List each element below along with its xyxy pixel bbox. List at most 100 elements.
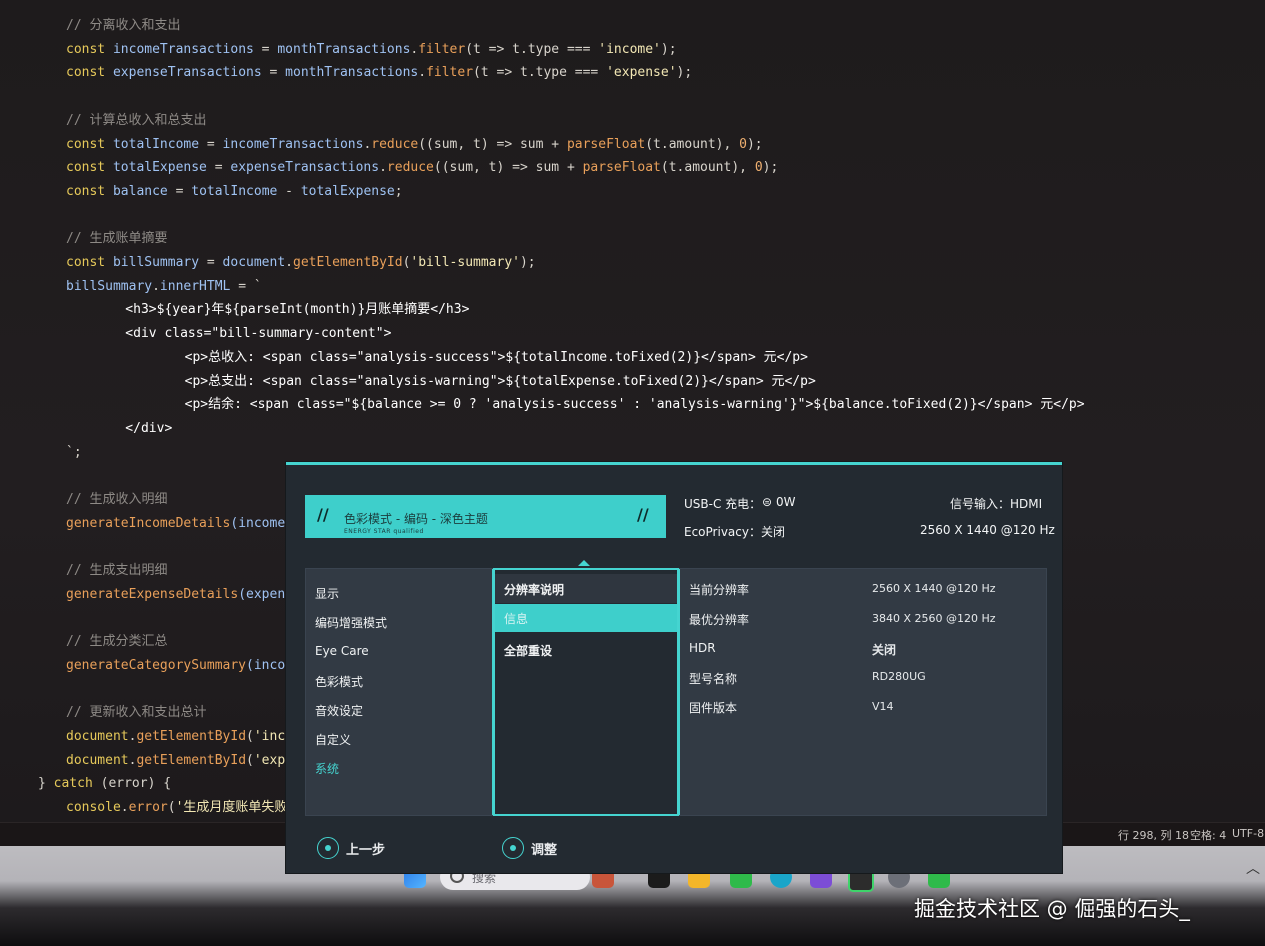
cursor-position[interactable]: 行 298, 列 18 (1118, 827, 1189, 843)
info-label-firmware: 固件版本 (689, 701, 738, 715)
code-token: 'income' (598, 42, 661, 57)
joystick-back-icon (317, 837, 339, 859)
menu-item-custom[interactable]: 自定义 (315, 731, 351, 748)
code-token: const (66, 255, 113, 270)
footer-adjust-label[interactable]: 调整 (531, 839, 557, 858)
code-token: . (285, 255, 293, 270)
code-token: ( (167, 800, 176, 815)
code-token: . (120, 800, 129, 815)
osd-main-menu: 显示 编码增强模式 Eye Care 色彩模式 音效设定 自定义 系统 (306, 569, 493, 815)
osd-info-labels: 当前分辨率 最优分辨率 HDR 型号名称 固件版本 (679, 569, 865, 815)
code-token: expenseTransactions (230, 160, 380, 175)
code-token: ); (660, 42, 677, 57)
code-token: const (66, 65, 113, 80)
code-line: // 生成收入明细 (66, 492, 167, 508)
code-token: monthTransactions (277, 42, 411, 57)
slash-decoration-icon: // (317, 505, 329, 524)
code-token: <h3>${year}年${parseInt(month)}月账单摘要</h3> (94, 302, 470, 317)
chevron-up-icon[interactable]: ︿ (1246, 858, 1260, 878)
code-token: ); (746, 137, 763, 152)
code-token: catch (53, 776, 93, 791)
signal-resolution: 2560 X 1440 @120 Hz (920, 523, 1055, 537)
code-token: (t => t.type === (465, 42, 599, 57)
code-token: </div> (94, 421, 173, 436)
caret-up-icon (578, 560, 590, 566)
menu-item-color-mode[interactable]: 色彩模式 (315, 673, 363, 690)
code-line: const incomeTransactions = monthTransact… (66, 42, 677, 58)
code-token: generateIncomeDetails (66, 516, 231, 531)
code-token: reduce (371, 137, 419, 152)
code-token: document (66, 729, 129, 744)
code-token: parseFloat (582, 160, 661, 175)
menu-item-system[interactable]: 系统 (315, 760, 339, 777)
code-line: // 生成分类汇总 (66, 634, 167, 650)
code-line: const totalExpense = expenseTransactions… (66, 160, 778, 176)
osd-info-values: 2560 X 1440 @120 Hz 3840 X 2560 @120 Hz … (864, 569, 1046, 815)
code-token: parseFloat (566, 137, 646, 152)
menu-item-audio[interactable]: 音效设定 (315, 702, 363, 719)
usbc-charge-icon: ⊜ (762, 495, 773, 509)
joystick-adjust-icon (502, 837, 524, 859)
menu-item-display[interactable]: 显示 (315, 585, 339, 602)
info-value-model: RD280UG (872, 670, 926, 683)
footer-back-label[interactable]: 上一步 (346, 839, 385, 858)
code-line: billSummary.innerHTML = ` (66, 279, 262, 295)
code-token: <div class="bill-summary-content"> (94, 326, 392, 341)
info-label-hdr: HDR (689, 641, 716, 655)
code-token: = (206, 160, 231, 175)
code-token: const (66, 42, 113, 57)
code-token: const (66, 137, 113, 152)
code-token: generateCategorySummary (66, 658, 247, 673)
code-token: = (253, 42, 278, 57)
code-token: 0 (754, 160, 763, 175)
indent-setting[interactable]: 空格: 4 (1190, 827, 1226, 843)
code-token: ( (246, 729, 254, 744)
code-token: expenseTransactions (112, 65, 262, 80)
code-token: <p>总收入: <span class="analysis-success">$… (122, 350, 808, 365)
code-line: <p>总收入: <span class="analysis-success">$… (122, 350, 808, 366)
code-line: const totalIncome = incomeTransactions.r… (66, 137, 763, 153)
code-token: (t.amount), (660, 160, 755, 175)
code-token: totalIncome (191, 184, 278, 199)
code-line: `; (66, 445, 82, 461)
code-token: = (199, 137, 223, 152)
code-line: const expenseTransactions = monthTransac… (66, 65, 692, 81)
submenu-item-information[interactable]: 信息 (504, 610, 528, 627)
code-token: (t.amount), (645, 137, 740, 152)
code-token: console (66, 800, 121, 815)
code-token: reduce (386, 160, 434, 175)
code-token: generateExpenseDetails (66, 587, 239, 602)
color-mode-title: 色彩模式 - 编码 - 深色主题 (344, 512, 488, 526)
code-token: . (152, 279, 160, 294)
code-token: filter (418, 42, 466, 57)
code-token: getElementById (136, 753, 247, 768)
code-token: = ` (230, 279, 262, 294)
code-token: ); (762, 160, 779, 175)
code-line: <p>总支出: <span class="analysis-warning">$… (122, 374, 816, 390)
encoding-setting[interactable]: UTF-8 (1232, 827, 1264, 840)
watermark: 掘金技术社区 @ 倔强的石头_ (914, 897, 1190, 921)
code-token: const (66, 160, 113, 175)
code-token: = (261, 65, 286, 80)
code-line: document.getElementById('expens (66, 753, 309, 769)
code-line: generateIncomeDetails(incomeTra (66, 516, 309, 532)
code-token: ; (394, 184, 403, 199)
usbc-charge-value: 0W (776, 495, 796, 509)
code-token: // 生成分类汇总 (66, 634, 168, 649)
info-value-optimal-res: 3840 X 2560 @120 Hz (872, 612, 996, 625)
code-line: generateCategorySummary(incomeT (66, 658, 309, 674)
info-label-model: 型号名称 (689, 672, 738, 686)
code-token: balance (112, 184, 168, 199)
code-line: // 生成账单摘要 (66, 231, 167, 247)
slash-decoration-icon: // (637, 505, 649, 524)
code-line: // 分离收入和支出 (66, 18, 180, 34)
info-value-hdr: 关闭 (872, 643, 897, 657)
code-line: <p>结余: <span class="${balance >= 0 ? 'an… (122, 397, 1085, 413)
menu-item-coding-enhance[interactable]: 编码增强模式 (315, 614, 387, 631)
submenu-item-resolution-info[interactable]: 分辨率说明 (504, 581, 564, 598)
code-token: monthTransactions (285, 65, 419, 80)
submenu-item-reset-all[interactable]: 全部重设 (504, 642, 552, 659)
code-token: getElementById (136, 729, 247, 744)
menu-item-eye-care[interactable]: Eye Care (315, 644, 369, 658)
code-line: <h3>${year}年${parseInt(month)}月账单摘要</h3> (94, 302, 469, 318)
